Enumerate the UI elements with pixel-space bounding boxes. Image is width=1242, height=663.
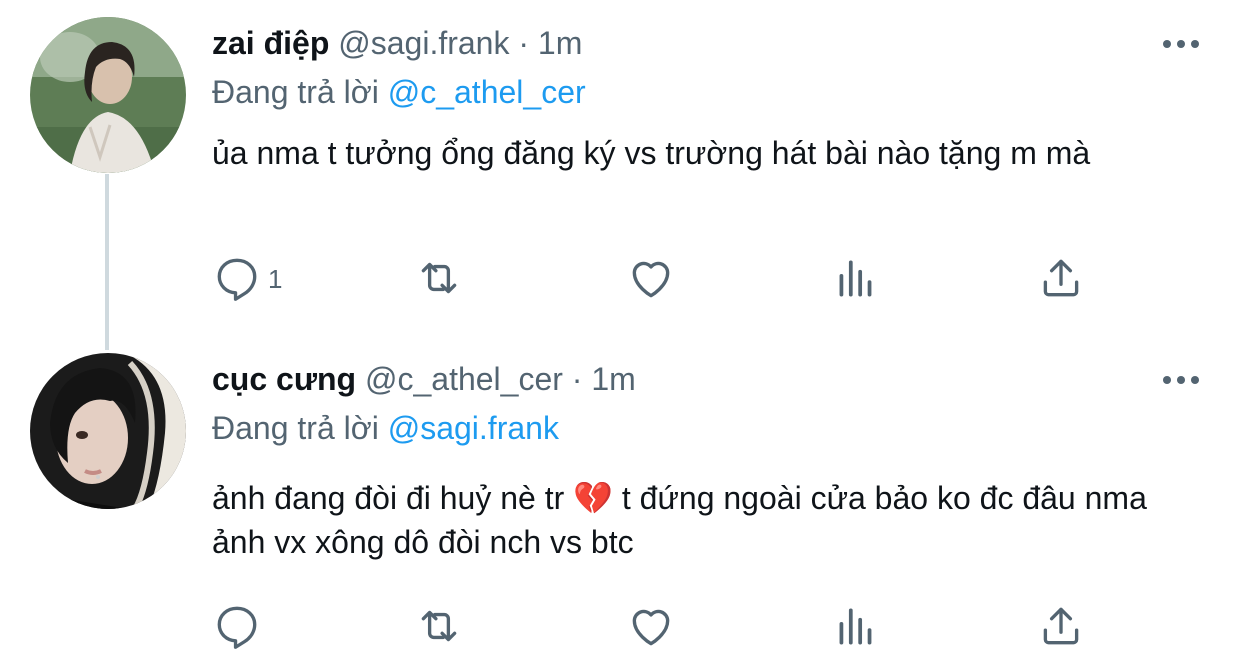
share-button[interactable] [1036, 253, 1086, 303]
timestamp[interactable]: 1m [538, 25, 582, 61]
views-button[interactable] [831, 601, 881, 651]
retweet-button[interactable] [414, 601, 464, 651]
user-handle[interactable]: @sagi.frank [338, 25, 509, 61]
timestamp[interactable]: 1m [591, 361, 635, 397]
separator: · [571, 361, 583, 397]
tweet-header: zai điệp @sagi.frank · 1m [212, 23, 582, 63]
action-bar: 1 [212, 253, 1112, 303]
tweet[interactable]: cục cưng @c_athel_cer · 1m Đang trả lời … [0, 335, 1242, 663]
retweet-icon [421, 262, 457, 294]
replying-to-link[interactable]: @c_athel_cer [388, 74, 586, 110]
tweet-text: ủa nma t tưởng ổng đăng ký vs trường hát… [212, 135, 1091, 171]
reply-button[interactable] [212, 601, 268, 651]
reply-button[interactable]: 1 [212, 253, 282, 303]
avatar[interactable] [30, 353, 186, 509]
more-icon[interactable] [1160, 36, 1202, 52]
reply-icon [217, 258, 257, 301]
avatar[interactable] [30, 17, 186, 173]
retweet-button[interactable] [414, 253, 464, 303]
retweet-icon [421, 610, 457, 642]
reply-icon [217, 606, 257, 649]
like-button[interactable] [626, 601, 676, 651]
more-icon[interactable] [1160, 372, 1202, 388]
replying-to-label: Đang trả lời [212, 74, 379, 110]
views-icon [839, 260, 872, 297]
like-button[interactable] [626, 253, 676, 303]
tweet-header: cục cưng @c_athel_cer · 1m [212, 359, 636, 399]
views-icon [839, 608, 872, 645]
reply-count: 1 [268, 263, 283, 294]
heart-icon [632, 261, 670, 298]
share-icon [1043, 607, 1079, 645]
heart-icon [632, 609, 670, 646]
replying-to-label: Đang trả lời [212, 410, 379, 446]
tweet-text: ảnh đang đòi đi huỷ nè tr 💔 t đứng ngoài… [212, 480, 1147, 560]
tweet[interactable]: zai điệp @sagi.frank · 1m Đang trả lời @… [0, 0, 1242, 335]
separator: · [518, 25, 530, 61]
replying-to: Đang trả lời @sagi.frank [212, 408, 559, 448]
user-handle[interactable]: @c_athel_cer [365, 361, 563, 397]
share-icon [1043, 259, 1079, 297]
display-name[interactable]: zai điệp [212, 25, 329, 61]
avatar-image [30, 17, 186, 173]
views-button[interactable] [831, 253, 881, 303]
replying-to: Đang trả lời @c_athel_cer [212, 72, 586, 112]
replying-to-link[interactable]: @sagi.frank [388, 410, 559, 446]
avatar-image [30, 353, 186, 509]
action-bar [212, 601, 1112, 651]
display-name[interactable]: cục cưng [212, 361, 356, 397]
share-button[interactable] [1036, 601, 1086, 651]
